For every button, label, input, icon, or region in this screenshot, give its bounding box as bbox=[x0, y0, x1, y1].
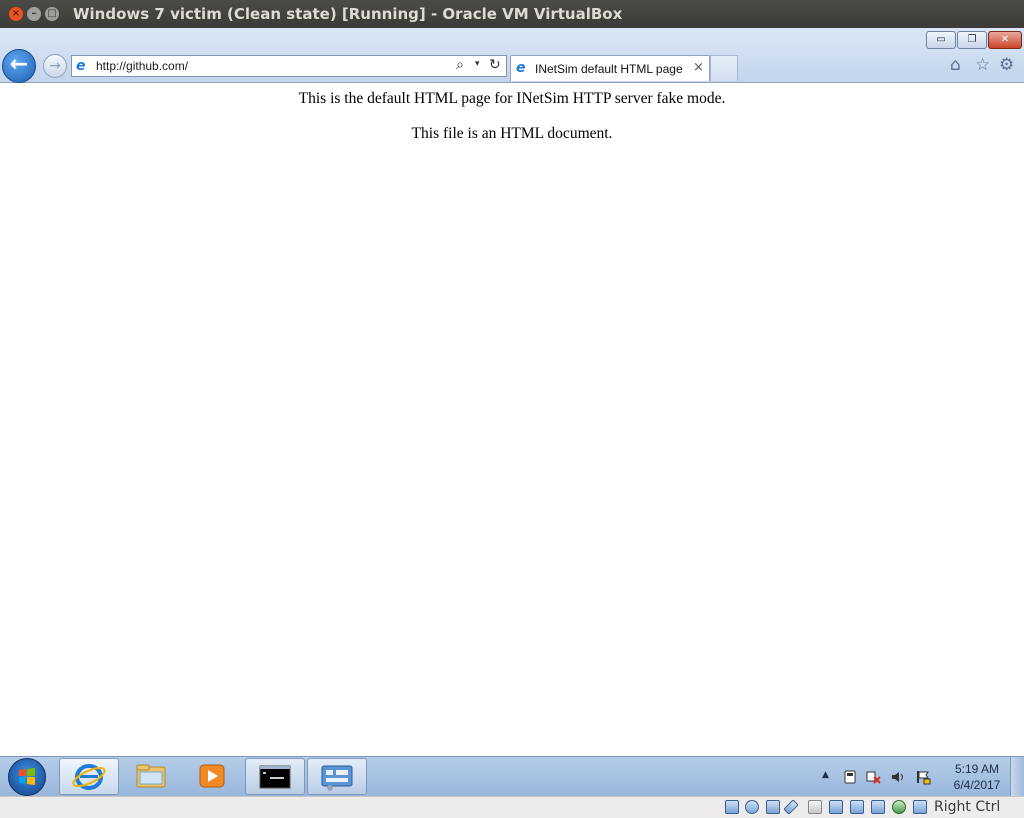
show-hidden-icons-icon[interactable]: ▲ bbox=[822, 770, 829, 780]
ie-page-icon: e bbox=[516, 60, 526, 76]
forward-button[interactable]: → bbox=[43, 54, 67, 78]
taskbar-item-internet-explorer[interactable] bbox=[59, 758, 119, 795]
page-content: This is the default HTML page for INetSi… bbox=[0, 83, 1024, 756]
ie-restore-button[interactable]: ❐ bbox=[957, 31, 987, 49]
vbox-titlebar: × – □ Windows 7 victim (Clean state) [Ru… bbox=[0, 0, 1024, 28]
taskbar-item-control-panel[interactable] bbox=[307, 758, 367, 795]
usb-device-icon[interactable] bbox=[842, 769, 858, 785]
new-tab-button[interactable] bbox=[710, 55, 738, 81]
address-bar[interactable]: e http://github.com/ ⌕ ▾ ↻ bbox=[71, 55, 507, 77]
back-arrow-icon: ← bbox=[9, 52, 29, 77]
home-icon[interactable]: ⌂ bbox=[950, 55, 961, 75]
vbox-maximize-button[interactable]: □ bbox=[45, 7, 59, 21]
forward-arrow-icon: → bbox=[49, 58, 61, 74]
virtualization-icon[interactable] bbox=[892, 800, 906, 814]
usb-icon[interactable] bbox=[871, 800, 885, 814]
taskbar-item-command-prompt[interactable] bbox=[245, 758, 305, 795]
network-error-icon[interactable] bbox=[865, 769, 881, 785]
taskbar-item-media-player[interactable] bbox=[184, 758, 244, 795]
keyboard-capture-icon[interactable] bbox=[913, 800, 927, 814]
vbox-close-button[interactable]: × bbox=[9, 7, 23, 21]
ie-page-icon: e bbox=[76, 58, 86, 74]
internet-explorer-icon bbox=[72, 764, 106, 790]
page-text-line: This file is an HTML document. bbox=[411, 125, 613, 142]
folder-icon bbox=[136, 764, 166, 788]
back-button[interactable]: ← bbox=[2, 49, 36, 83]
page-text-line: This is the default HTML page for INetSi… bbox=[298, 90, 726, 107]
tab-inetsim[interactable]: e INetSim default HTML page × bbox=[510, 55, 710, 81]
optical-drive-icon[interactable] bbox=[745, 800, 759, 814]
tab-label: INetSim default HTML page bbox=[535, 62, 683, 76]
display-icon[interactable] bbox=[829, 800, 843, 814]
control-panel-icon bbox=[321, 765, 353, 791]
refresh-icon[interactable]: ↻ bbox=[489, 57, 501, 73]
address-url[interactable]: http://github.com/ bbox=[96, 59, 188, 73]
vbox-statusbar: Right Ctrl bbox=[0, 796, 1024, 818]
start-button[interactable] bbox=[8, 758, 46, 796]
vbox-minimize-button[interactable]: – bbox=[27, 7, 41, 21]
taskbar-item-windows-explorer[interactable] bbox=[122, 758, 182, 795]
ie-minimize-button[interactable]: ▭ bbox=[926, 31, 956, 49]
vbox-window-title: Windows 7 victim (Clean state) [Running]… bbox=[73, 5, 623, 23]
shared-folder-icon[interactable] bbox=[808, 800, 822, 814]
star-icon[interactable]: ☆ bbox=[975, 55, 990, 75]
search-icon[interactable]: ⌕ bbox=[456, 57, 464, 73]
clock-time[interactable]: 5:19 AM bbox=[952, 762, 1002, 776]
gear-icon[interactable]: ⚙ bbox=[999, 55, 1014, 75]
taskbar: ▲ 5:19 AM 6/4/2017 bbox=[0, 756, 1024, 797]
pen-icon[interactable] bbox=[783, 799, 799, 815]
audio-icon[interactable] bbox=[766, 800, 780, 814]
system-tray: ▲ 5:19 AM 6/4/2017 bbox=[820, 757, 1010, 797]
media-player-icon bbox=[199, 764, 225, 788]
hard-disk-icon[interactable] bbox=[725, 800, 739, 814]
windows-logo-icon bbox=[19, 768, 35, 785]
host-key-label: Right Ctrl bbox=[934, 799, 1001, 815]
ie-close-button[interactable]: ✕ bbox=[988, 31, 1022, 49]
terminal-icon bbox=[259, 765, 291, 789]
close-icon[interactable]: × bbox=[693, 60, 704, 75]
network-icon[interactable] bbox=[850, 800, 864, 814]
volume-icon[interactable] bbox=[890, 769, 906, 785]
chevron-down-icon[interactable]: ▾ bbox=[475, 59, 480, 69]
clock-date[interactable]: 6/4/2017 bbox=[952, 778, 1002, 792]
action-center-icon[interactable] bbox=[915, 769, 931, 785]
show-desktop-button[interactable] bbox=[1010, 757, 1024, 797]
